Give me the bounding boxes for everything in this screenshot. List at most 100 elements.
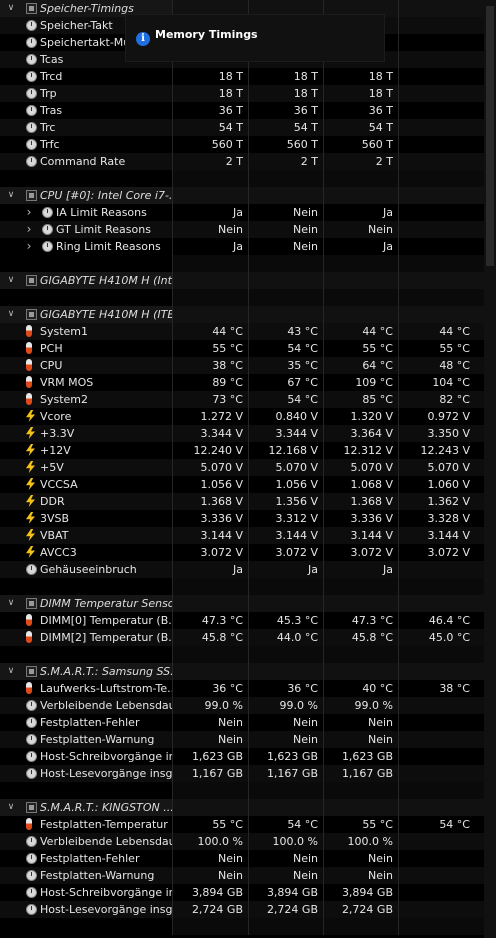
- sensor-row[interactable]: Tras 36 T 36 T 36 T: [0, 102, 496, 119]
- sensor-value: 18 T: [368, 87, 393, 100]
- sensor-label-cell: +12V: [0, 442, 172, 459]
- value-cell: 560 T: [172, 136, 248, 153]
- sensor-row[interactable]: DIMM[2] Temperatur (B... 45.8 °C 44.0 °C 45…: [0, 629, 496, 646]
- sensor-row[interactable]: CPU 38 °C 35 °C 64 °C 48 °C: [0, 357, 496, 374]
- spacer-row: [0, 782, 496, 799]
- collapse-chevron-icon[interactable]: ∨: [6, 799, 16, 816]
- sensor-group-row[interactable]: ∨ CPU [#0]: Intel Core i7-...: [0, 187, 496, 204]
- sensor-label: GIGABYTE H410M H (Int...: [40, 274, 172, 287]
- sensor-row[interactable]: +3.3V 3.344 V 3.344 V 3.364 V 3.350 V: [0, 425, 496, 442]
- sensor-row[interactable]: System2 73 °C 54 °C 85 °C 82 °C: [0, 391, 496, 408]
- collapse-chevron-icon[interactable]: ∨: [6, 187, 16, 204]
- sensor-row[interactable]: Command Rate 2 T 2 T 2 T: [0, 153, 496, 170]
- sensor-row[interactable]: Gehäuseeinbruch Ja Ja Ja: [0, 561, 496, 578]
- sensor-group-row[interactable]: ∨ GIGABYTE H410M H (Int...: [0, 272, 496, 289]
- value-cell: 1,167 GB: [323, 765, 398, 782]
- clock-icon: [26, 20, 37, 31]
- sensor-row[interactable]: › IA Limit Reasons Ja Nein Ja: [0, 204, 496, 221]
- sensor-value: 3.072 V: [200, 546, 243, 559]
- sensor-label-cell: Verbleibende Lebensdau...: [0, 697, 172, 714]
- sensor-value: 3.312 V: [275, 512, 318, 525]
- spacer-row: [0, 289, 496, 306]
- sensor-row[interactable]: 3VSB 3.336 V 3.312 V 3.336 V 3.328 V: [0, 510, 496, 527]
- value-cell: [172, 918, 248, 935]
- sensor-label-cell: +3.3V: [0, 425, 172, 442]
- value-cell: 3,894 GB: [323, 884, 398, 901]
- sensor-row[interactable]: DDR 1.368 V 1.356 V 1.368 V 1.362 V: [0, 493, 496, 510]
- sensor-row[interactable]: Host-Lesevorgänge insg... 2,724 GB 2,724 G…: [0, 901, 496, 918]
- sensor-value: 55 °C: [212, 818, 243, 831]
- thermometer-icon: [26, 359, 32, 371]
- sensor-row[interactable]: +5V 5.070 V 5.070 V 5.070 V 5.070 V: [0, 459, 496, 476]
- collapse-chevron-icon[interactable]: ∨: [6, 595, 16, 612]
- value-cell: 12.240 V: [172, 442, 248, 459]
- sensor-row[interactable]: Festplatten-Fehler Nein Nein Nein: [0, 714, 496, 731]
- sensor-row[interactable]: PCH 55 °C 54 °C 55 °C 55 °C: [0, 340, 496, 357]
- sensor-label: Trc: [40, 121, 56, 134]
- sensor-row[interactable]: Vcore 1.272 V 0.840 V 1.320 V 0.972 V: [0, 408, 496, 425]
- value-cell: [398, 578, 496, 595]
- sensor-label-cell: 3VSB: [0, 510, 172, 527]
- sensor-row[interactable]: Host-Schreibvorgänge in... 1,623 GB 1,623 …: [0, 748, 496, 765]
- sensor-row[interactable]: Festplatten-Temperatur 55 °C 54 °C 55 °C 54 …: [0, 816, 496, 833]
- value-cell: [323, 578, 398, 595]
- sensor-row[interactable]: Festplatten-Warnung Nein Nein Nein: [0, 867, 496, 884]
- sensor-row[interactable]: › GT Limit Reasons Nein Nein Nein: [0, 221, 496, 238]
- sensor-group-row[interactable]: ∨ S.M.A.R.T.: KINGSTON ...: [0, 799, 496, 816]
- value-cell: 3.144 V: [172, 527, 248, 544]
- sensor-label-cell: System1: [0, 323, 172, 340]
- sensor-row[interactable]: Trcd 18 T 18 T 18 T: [0, 68, 496, 85]
- sensor-row[interactable]: Trfc 560 T 560 T 560 T: [0, 136, 496, 153]
- chip-icon: [26, 309, 37, 320]
- sensor-row[interactable]: Verbleibende Lebensdau... 100.0 % 100.0 % 1…: [0, 833, 496, 850]
- sensor-row[interactable]: Trc 54 T 54 T 54 T: [0, 119, 496, 136]
- value-cell: 18 T: [323, 68, 398, 85]
- sensor-value: 1,167 GB: [341, 767, 393, 780]
- thermometer-icon: [26, 631, 32, 643]
- sensor-label-cell: Verbleibende Lebensdau...: [0, 833, 172, 850]
- collapse-chevron-icon[interactable]: ∨: [6, 0, 16, 17]
- sensor-row[interactable]: System1 44 °C 43 °C 44 °C 44 °C: [0, 323, 496, 340]
- sensor-row[interactable]: VCCSA 1.056 V 1.056 V 1.068 V 1.060 V: [0, 476, 496, 493]
- sensor-row[interactable]: +12V 12.240 V 12.168 V 12.312 V 12.243 V: [0, 442, 496, 459]
- value-cell: [248, 663, 323, 680]
- sensor-value: 55 °C: [362, 342, 393, 355]
- value-cell: [172, 289, 248, 306]
- sensor-group-row[interactable]: ∨ S.M.A.R.T.: Samsung SS...: [0, 663, 496, 680]
- collapse-chevron-icon[interactable]: ∨: [6, 272, 16, 289]
- expand-chevron-icon[interactable]: ›: [24, 221, 34, 238]
- sensor-label: DDR: [40, 495, 65, 508]
- value-cell: 40 °C: [323, 680, 398, 697]
- sensor-label: S.M.A.R.T.: Samsung SS...: [40, 665, 172, 678]
- sensor-row[interactable]: Host-Lesevorgänge insg... 1,167 GB 1,167 G…: [0, 765, 496, 782]
- sensor-label: Verbleibende Lebensdau...: [40, 699, 172, 712]
- sensor-row[interactable]: Laufwerks-Luftstrom-Te... 36 °C 36 °C 40 °C…: [0, 680, 496, 697]
- sensor-group-row[interactable]: ∨ DIMM Temperatur Sensor: [0, 595, 496, 612]
- spacer-row: [0, 255, 496, 272]
- value-cell: [398, 850, 496, 867]
- sensor-row[interactable]: DIMM[0] Temperatur (B... 47.3 °C 45.3 °C 47…: [0, 612, 496, 629]
- sensor-row[interactable]: Verbleibende Lebensdau... 99.0 % 99.0 % 99.…: [0, 697, 496, 714]
- expand-chevron-icon[interactable]: ›: [24, 204, 34, 221]
- sensor-label-cell: [0, 170, 172, 187]
- sensor-row[interactable]: AVCC3 3.072 V 3.072 V 3.072 V 3.072 V: [0, 544, 496, 561]
- value-cell: 55 °C: [172, 816, 248, 833]
- sensor-group-row[interactable]: ∨ GIGABYTE H410M H (ITE...: [0, 306, 496, 323]
- sensor-row[interactable]: › Ring Limit Reasons Ja Nein Ja: [0, 238, 496, 255]
- scrollbar-thumb[interactable]: [486, 6, 494, 266]
- sensor-label-cell: › Ring Limit Reasons: [0, 238, 172, 255]
- sensor-row[interactable]: Trp 18 T 18 T 18 T: [0, 85, 496, 102]
- collapse-chevron-icon[interactable]: ∨: [6, 306, 16, 323]
- sensor-row[interactable]: VBAT 3.144 V 3.144 V 3.144 V 3.144 V: [0, 527, 496, 544]
- sensor-row[interactable]: Host-Schreibvorgänge in... 3,894 GB 3,894 …: [0, 884, 496, 901]
- collapse-chevron-icon[interactable]: ∨: [6, 663, 16, 680]
- expand-chevron-icon[interactable]: ›: [24, 238, 34, 255]
- value-cell: [398, 833, 496, 850]
- value-cell: 36 T: [248, 102, 323, 119]
- value-cell: 1.056 V: [248, 476, 323, 493]
- sensor-row[interactable]: Festplatten-Fehler Nein Nein Nein: [0, 850, 496, 867]
- sensor-row[interactable]: Festplatten-Warnung Nein Nein Nein: [0, 731, 496, 748]
- sensor-label: Speicher-Takt: [40, 19, 113, 32]
- sensor-row[interactable]: VRM MOS 89 °C 67 °C 109 °C 104 °C: [0, 374, 496, 391]
- value-cell: 1,623 GB: [323, 748, 398, 765]
